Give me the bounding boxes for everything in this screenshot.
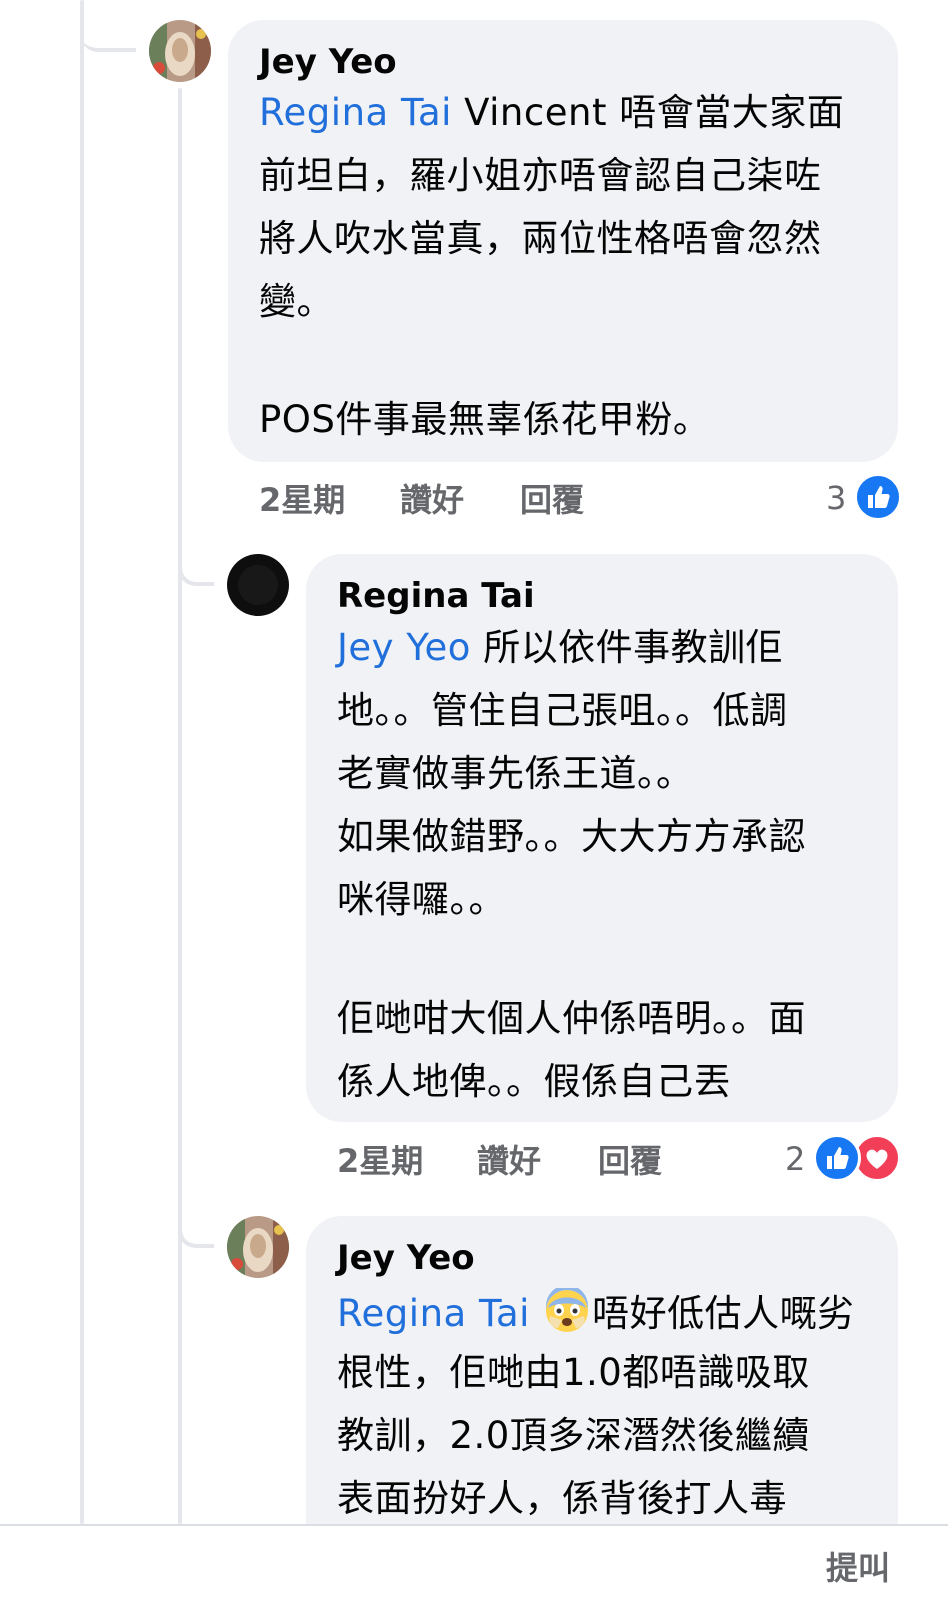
like-icon <box>854 473 902 521</box>
comment-text-line: Regina Tai Vincent 唔會當大家面 <box>259 91 844 135</box>
thread-elbow-2 <box>178 540 214 586</box>
avatar-image <box>227 554 289 616</box>
comment-author[interactable]: Regina Tai <box>337 576 535 616</box>
thread-line-outer <box>80 0 84 1524</box>
comment-text-line: 地。。管住自己張咀。。低調 <box>337 689 788 732</box>
comment-thread: Jey Yeo Regina Tai Vincent 唔會當大家面 前坦白，羅小… <box>0 0 948 1600</box>
comment-text-line: 前坦白，羅小姐亦唔會認自己柒咗 <box>259 154 822 197</box>
reaction-count[interactable]: 2 <box>785 1139 805 1179</box>
like-button[interactable]: 讚好 <box>477 1141 541 1181</box>
avatar-image <box>227 1216 289 1278</box>
comment-timestamp[interactable]: 2星期 <box>337 1141 423 1181</box>
mention-link[interactable]: Jey Yeo <box>337 626 471 669</box>
comment-text-line: 將人吹水當真，兩位性格唔會忽然 <box>259 217 822 260</box>
comment-text-line: 變。 <box>259 280 334 323</box>
like-icon <box>813 1134 861 1182</box>
comment-author[interactable]: Jey Yeo <box>259 42 397 82</box>
comment-text-line: 如果做錯野。。大大方方承認 <box>337 815 806 858</box>
comment-text-line: 表面扮好人，係背後打人毒 <box>337 1477 787 1520</box>
reply-button[interactable]: 回覆 <box>598 1141 662 1181</box>
fearful-face-emoji <box>544 1285 590 1334</box>
mention-link[interactable]: Regina Tai <box>337 1292 530 1335</box>
reaction-count[interactable]: 3 <box>826 478 846 518</box>
comment-author[interactable]: Jey Yeo <box>337 1238 475 1278</box>
comment-text-line: Jey Yeo 所以依件事教訓佢 <box>337 626 783 670</box>
comment-text-line: 老實做事先係王道。。 <box>337 752 694 795</box>
avatar-jey-yeo[interactable] <box>149 20 211 82</box>
thread-line-inner <box>178 88 182 1524</box>
comment-timestamp[interactable]: 2星期 <box>259 480 345 520</box>
reply-button[interactable]: 回覆 <box>520 480 584 520</box>
comment-text-line: 係人地俾。。假係自己丟 <box>337 1060 731 1103</box>
avatar-image <box>149 20 211 82</box>
avatar-jey-yeo[interactable] <box>227 1216 289 1278</box>
comment-text-line: 咪得囉。。 <box>337 878 506 921</box>
thread-elbow-1 <box>80 18 136 52</box>
comment-text: 唔好低估人嘅劣 <box>592 1292 855 1335</box>
bottom-bar: 提叫 <box>0 1524 948 1600</box>
comment-text: 所以依件事教訓佢 <box>483 626 784 669</box>
avatar-regina-tai[interactable] <box>227 554 289 616</box>
thread-elbow-3 <box>178 1200 214 1248</box>
comment-text: Vincent 唔會當大家面 <box>464 91 845 134</box>
comment-text-line: 教訓，2.0頂多深潛然後繼續 <box>337 1414 810 1457</box>
bottom-bar-label[interactable]: 提叫 <box>826 1548 890 1588</box>
like-button[interactable]: 讚好 <box>400 480 464 520</box>
comment-text-line: Regina Tai 唔好低估人嘅劣 <box>337 1285 855 1336</box>
comment-text-line: 根性，佢哋由1.0都唔識吸取 <box>337 1351 810 1394</box>
mention-link[interactable]: Regina Tai <box>259 91 452 134</box>
comment-text-line: 佢哋咁大個人仲係唔明。。面 <box>337 997 806 1040</box>
comment-text-line: POS件事最無辜係花甲粉。 <box>259 398 711 441</box>
